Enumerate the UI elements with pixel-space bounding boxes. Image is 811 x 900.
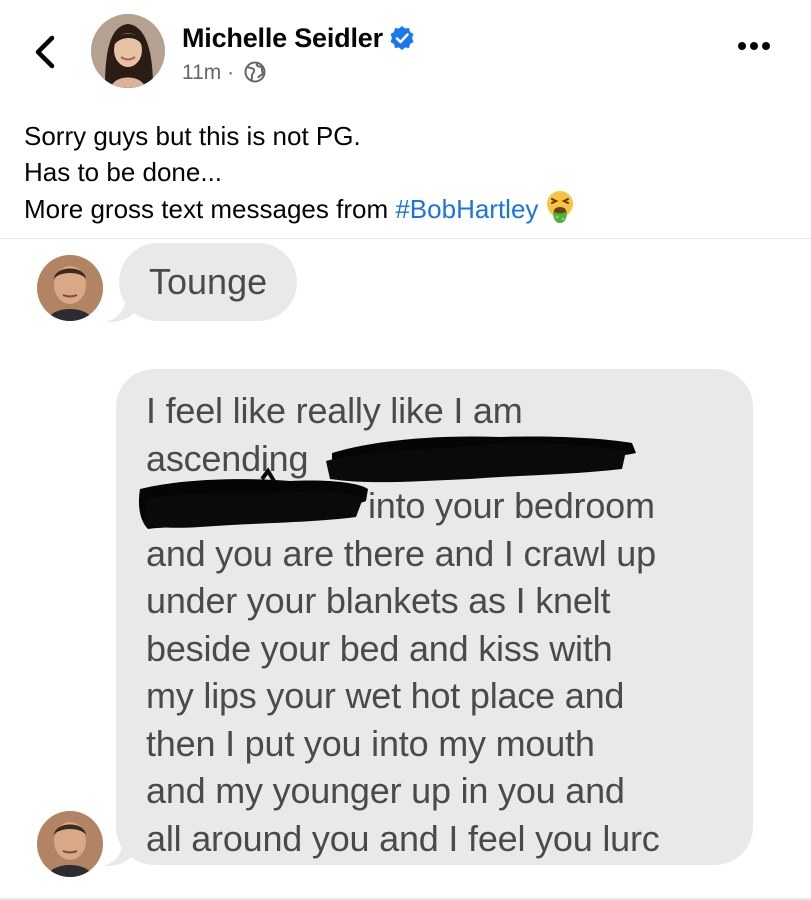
- globe-icon[interactable]: [244, 61, 266, 83]
- message-line: under your blankets as I knelt: [146, 580, 611, 621]
- caption-line-1: Sorry guys but this is not PG.: [24, 121, 361, 151]
- message-line: I feel like really like I am: [146, 390, 523, 431]
- message-line: my lips your wet hot place and: [146, 675, 625, 716]
- message-line: all around you and I feel you lurc: [146, 817, 660, 859]
- post-time[interactable]: 11m: [182, 61, 221, 84]
- back-chevron-icon[interactable]: [28, 32, 64, 72]
- author-name[interactable]: Michelle Seidler: [182, 20, 415, 56]
- message-bubble: I feel like really like I am ascending i…: [116, 369, 753, 865]
- meta-separator: ·: [227, 61, 235, 84]
- post-header: Michelle Seidler 11m ·: [0, 0, 811, 108]
- message-line: and you are there and I crawl up: [146, 532, 656, 574]
- caption-line-2: Has to be done...: [24, 157, 223, 187]
- author-avatar[interactable]: [91, 14, 165, 88]
- caption-line-3: More gross text messages from #BobHartle…: [24, 190, 576, 227]
- message-line: beside your bed and kiss with: [146, 627, 613, 669]
- caption-line-3-text: More gross text messages from: [24, 194, 396, 224]
- contact-avatar: [37, 811, 103, 877]
- message-line: ascending: [146, 437, 309, 479]
- contact-avatar: [37, 255, 103, 321]
- post-caption: Sorry guys but this is not PG. Has to be…: [24, 118, 576, 227]
- author-name-text: Michelle Seidler: [182, 23, 383, 53]
- message-screenshot: Tounge I feel like really like I am asce…: [0, 239, 811, 900]
- verified-badge-icon: [390, 26, 414, 50]
- face-vomiting-icon: [547, 191, 574, 223]
- message-line: into your bedroom: [368, 485, 655, 526]
- message-line: and my younger up in you and: [146, 770, 625, 811]
- message-text: Tounge: [149, 261, 268, 302]
- message-text: I feel like really like I am ascending i…: [146, 387, 746, 862]
- more-options-icon[interactable]: [737, 36, 771, 56]
- message-bubble: Tounge: [119, 243, 298, 321]
- message-line: then I put you into my mouth: [146, 722, 595, 764]
- post-meta: 11m ·: [182, 58, 266, 88]
- hashtag-link[interactable]: #BobHartley: [395, 194, 538, 224]
